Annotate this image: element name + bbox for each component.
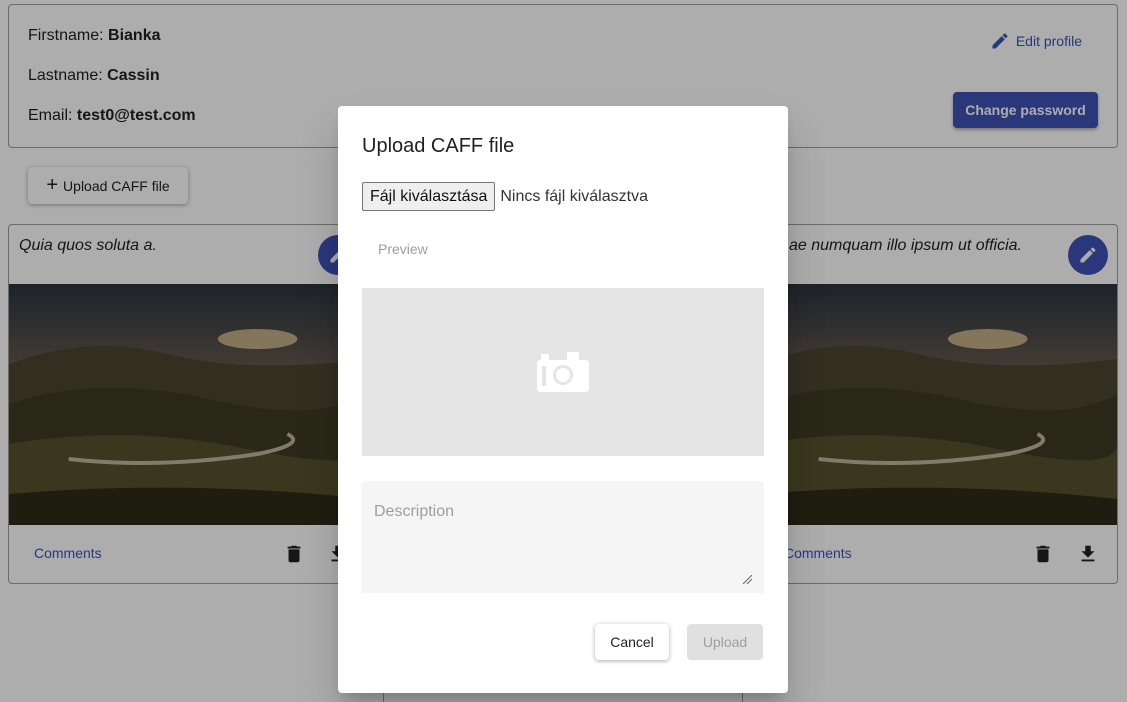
dialog-title: Upload CAFF file <box>362 135 515 157</box>
file-status: Nincs fájl kiválasztva <box>500 187 648 205</box>
upload-dialog: Upload CAFF file Fájl kiválasztása Nincs… <box>338 106 788 693</box>
description-field[interactable]: Description <box>362 481 764 593</box>
description-placeholder: Description <box>374 503 455 520</box>
choose-file-button[interactable]: Fájl kiválasztása <box>362 182 496 211</box>
camera-icon <box>537 352 589 392</box>
cancel-button[interactable]: Cancel <box>595 624 669 660</box>
resize-grip-icon[interactable] <box>743 575 752 584</box>
upload-submit-button[interactable]: Upload <box>687 624 763 660</box>
file-input: Fájl kiválasztása Nincs fájl kiválasztva <box>362 182 648 211</box>
preview-label: Preview <box>378 241 428 257</box>
preview-placeholder <box>362 288 764 456</box>
